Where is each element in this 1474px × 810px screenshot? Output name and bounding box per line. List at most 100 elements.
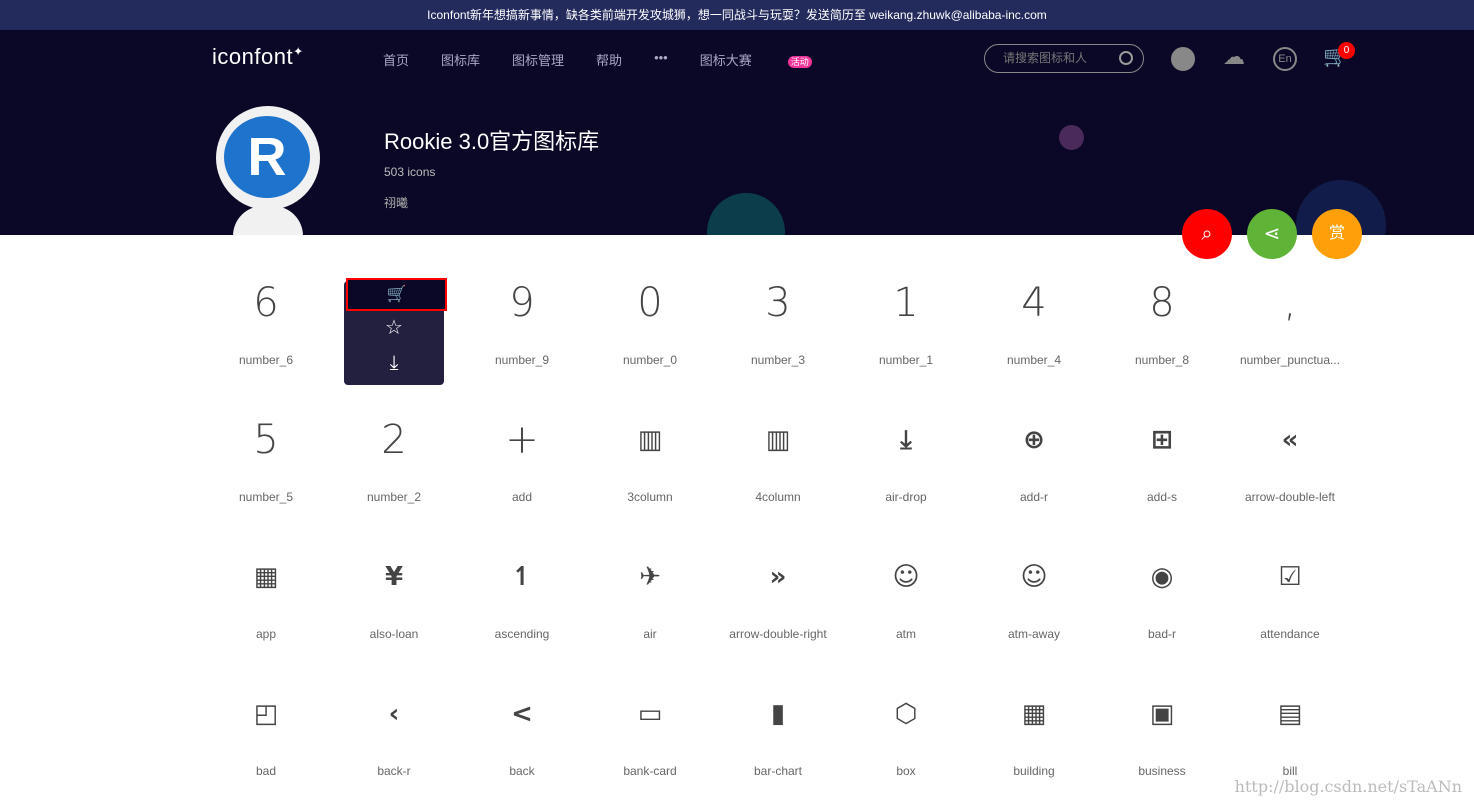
icon-label: air-drop	[885, 490, 927, 504]
library-author[interactable]: 祤曦	[384, 194, 408, 211]
mascot-body	[233, 206, 303, 235]
icon-item[interactable]: 4 number_4	[970, 262, 1098, 399]
icon-label: air	[643, 627, 657, 641]
icon-item[interactable]: ☺ atm-away	[970, 536, 1098, 673]
icon-item[interactable]: ¥ also-loan	[330, 536, 458, 673]
icon-item[interactable]: ▭ bank-card	[586, 673, 714, 810]
icon-label: bar-chart	[753, 764, 803, 778]
icon-item[interactable]: 8 number_8	[1098, 262, 1226, 399]
number-5-icon: 5	[253, 417, 279, 463]
icon-label: arrow-double-right	[729, 627, 827, 641]
icon-label: box	[896, 764, 916, 778]
icon-label: also-loan	[369, 627, 419, 641]
back-r-icon: ‹	[388, 699, 400, 729]
icon-item[interactable]: « arrow-double-left	[1226, 399, 1354, 536]
number-0-icon: 0	[637, 280, 663, 326]
notice-bar[interactable]: Iconfont新年想搞新事情，缺各类前端开发攻城狮，想一同战斗与玩耍？发送简历…	[0, 0, 1474, 30]
icon-count: 503 icons	[384, 165, 436, 179]
icon-label: number_5	[238, 490, 294, 504]
upload-cloud-icon[interactable]: ☁	[1222, 46, 1246, 71]
business-icon: ▣	[1149, 699, 1175, 729]
icon-item[interactable]: 5 number_5	[202, 399, 330, 536]
icon-item[interactable]: 9 number_9	[458, 262, 586, 399]
icon-item[interactable]: ▥ 4column	[714, 399, 842, 536]
icon-label: back	[509, 764, 535, 778]
download-icon[interactable]: ⤓	[344, 346, 444, 381]
decor-bubble	[707, 193, 785, 235]
icon-label: atm	[895, 627, 916, 641]
icon-label: atm-away	[1007, 627, 1060, 641]
icon-label: number_8	[1134, 353, 1190, 367]
atm-away-icon: ☺	[1020, 562, 1048, 592]
nav-contest[interactable]: 图标大赛 活动	[700, 50, 844, 69]
search-fab[interactable]: ⌕	[1182, 209, 1232, 259]
number-3-icon: 3	[765, 280, 791, 326]
logo[interactable]: iconfont✦	[212, 44, 304, 70]
air-icon: ✈	[639, 562, 661, 592]
user-avatar-icon[interactable]	[1171, 47, 1195, 71]
icon-label: bank-card	[623, 764, 677, 778]
icon-item[interactable]: 6 number_6	[202, 262, 330, 399]
icon-item[interactable]: 1 number_1	[842, 262, 970, 399]
arrow-double-right-icon: »	[769, 562, 787, 592]
favorite-star-icon[interactable]: ☆	[344, 311, 444, 346]
icon-item[interactable]: ✈ air	[586, 536, 714, 673]
share-fab[interactable]: ⋖	[1247, 209, 1297, 259]
add-icon: +	[505, 417, 539, 463]
number-2-icon: 2	[381, 417, 407, 463]
add-to-cart-button[interactable]: 🛒	[346, 278, 447, 311]
icon-item[interactable]: 3 number_3	[714, 262, 842, 399]
add-r-icon: ⊕	[1023, 425, 1045, 455]
icon-label: add-r	[1019, 490, 1048, 504]
icon-item[interactable]: ▣ business	[1098, 673, 1226, 810]
icon-label: number_0	[622, 353, 678, 367]
icon-item[interactable]: ▦ app	[202, 536, 330, 673]
3column-icon: ▥	[637, 425, 663, 455]
nav-icon-library[interactable]: 图标库	[441, 50, 480, 69]
icon-item[interactable]: 2 number_2	[330, 399, 458, 536]
nav-icon-management[interactable]: 图标管理	[512, 50, 564, 69]
icon-item[interactable]: ▥ 3column	[586, 399, 714, 536]
search-icon[interactable]	[1119, 51, 1133, 65]
icon-item[interactable]: < back	[458, 673, 586, 810]
language-button[interactable]: En	[1273, 47, 1297, 71]
icon-label: add	[511, 490, 533, 504]
icon-item[interactable]: ‹ back-r	[330, 673, 458, 810]
icon-item[interactable]: ☺ atm	[842, 536, 970, 673]
icon-item[interactable]: ◉ bad-r	[1098, 536, 1226, 673]
number-9-icon: 9	[509, 280, 535, 326]
icon-item[interactable]: 0 number_0	[586, 262, 714, 399]
icon-item[interactable]: , number_punctua...	[1226, 262, 1354, 399]
icon-item[interactable]: + add	[458, 399, 586, 536]
bad-r-icon: ◉	[1150, 562, 1174, 592]
nav-more[interactable]: •••	[654, 50, 668, 69]
ascending-icon: ↿	[511, 562, 533, 592]
icon-label: app	[255, 627, 277, 641]
also-loan-icon: ¥	[384, 562, 404, 592]
search-input[interactable]: 请搜索图标和人	[984, 44, 1144, 73]
event-badge: 活动	[787, 56, 812, 68]
bad-icon: ◰	[253, 699, 279, 729]
icon-item[interactable]: ▦ building	[970, 673, 1098, 810]
icon-item[interactable]: ⊕ add-r	[970, 399, 1098, 536]
logo-text: iconfont	[212, 44, 294, 69]
atm-icon: ☺	[892, 562, 920, 592]
number-punctua--icon: ,	[1283, 280, 1297, 326]
header-hero: iconfont✦ 首页 图标库 图标管理 帮助 ••• 图标大赛 活动 请搜索图…	[0, 30, 1474, 235]
attendance-icon: ☑	[1278, 562, 1302, 592]
icon-label: number_1	[878, 353, 934, 367]
icon-item[interactable]: ◰ bad	[202, 673, 330, 810]
nav-help[interactable]: 帮助	[596, 50, 622, 69]
number-8-icon: 8	[1149, 280, 1175, 326]
icon-item[interactable]: ☑ attendance	[1226, 536, 1354, 673]
icon-label: ascending	[494, 627, 550, 641]
icon-item[interactable]: ⤓ air-drop	[842, 399, 970, 536]
icon-item[interactable]: » arrow-double-right	[714, 536, 842, 673]
icon-item[interactable]: ↿ ascending	[458, 536, 586, 673]
icon-item[interactable]: ⬡ box	[842, 673, 970, 810]
add-s-icon: ⊞	[1151, 425, 1173, 455]
icon-item[interactable]: ▮ bar-chart	[714, 673, 842, 810]
nav-home[interactable]: 首页	[383, 50, 409, 69]
icon-item[interactable]: ⊞ add-s	[1098, 399, 1226, 536]
reward-fab[interactable]: 赏	[1312, 209, 1362, 259]
